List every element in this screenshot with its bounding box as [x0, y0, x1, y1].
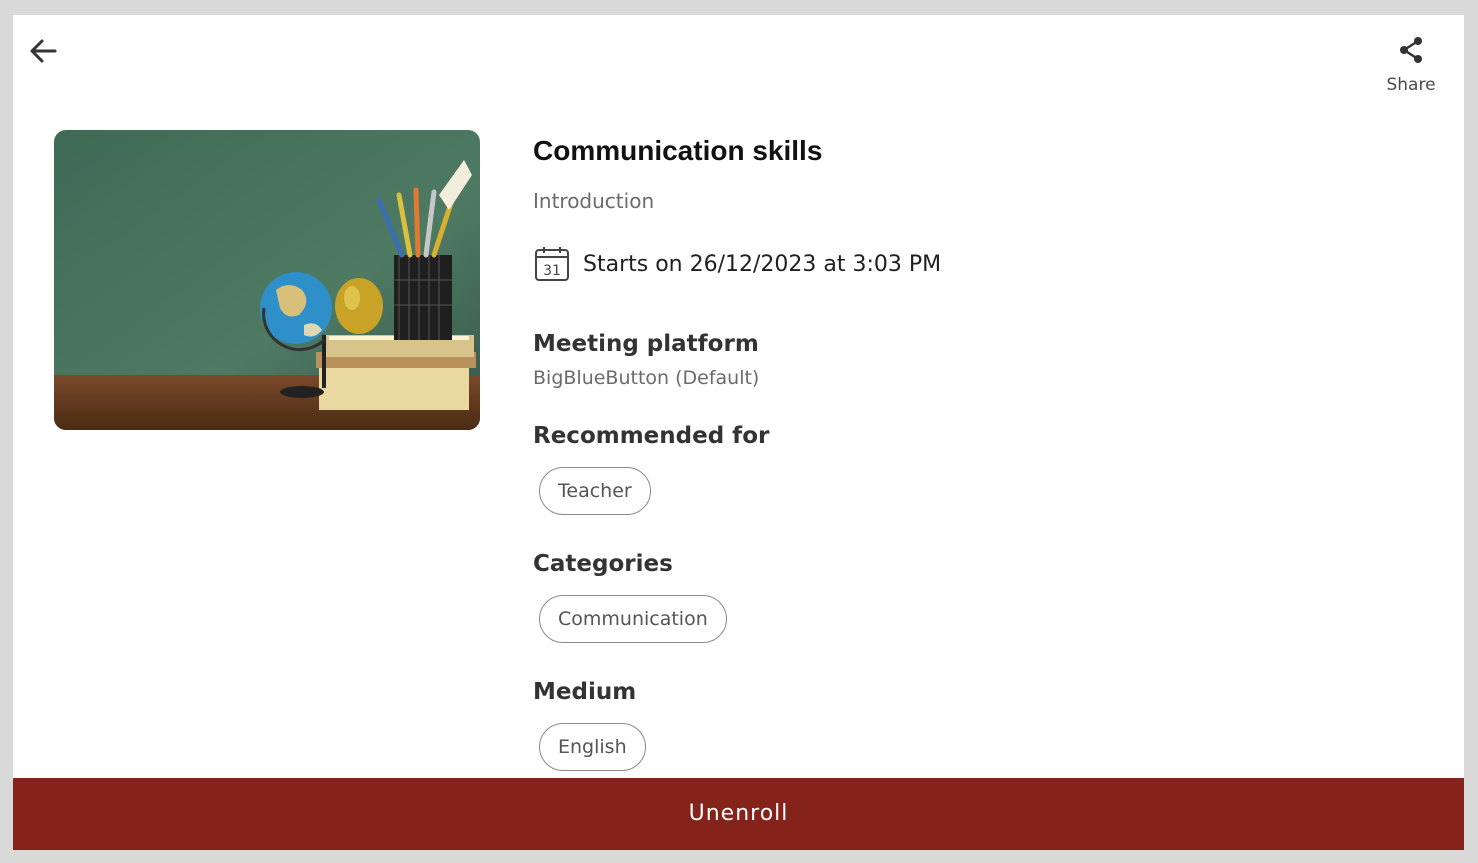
share-icon: [1400, 37, 1422, 63]
recommended-title: Recommended for: [533, 423, 770, 449]
share-label: Share: [1386, 75, 1436, 95]
medium-title: Medium: [533, 679, 637, 705]
category-chip[interactable]: Communication: [539, 595, 727, 643]
course-subtitle: Introduction: [533, 189, 655, 213]
calendar-icon: 31: [535, 247, 569, 281]
course-detail-page: Share Communication skills Introduction …: [13, 15, 1464, 850]
back-button[interactable]: [25, 33, 61, 69]
unenroll-button[interactable]: Unenroll: [13, 778, 1464, 850]
platform-title: Meeting platform: [533, 331, 759, 357]
arrow-left-icon: [30, 39, 57, 63]
start-date-row: 31 Starts on 26/12/2023 at 3:03 PM: [533, 245, 1433, 283]
medium-chip[interactable]: English: [539, 723, 646, 771]
calendar-day: 31: [543, 263, 561, 279]
start-date-text: Starts on 26/12/2023 at 3:03 PM: [583, 251, 942, 277]
categories-title: Categories: [533, 551, 673, 577]
platform-value: BigBlueButton (Default): [533, 367, 760, 389]
course-details: Communication skills Introduction 31 Sta…: [533, 135, 1433, 771]
share-button[interactable]: Share: [1376, 35, 1446, 95]
course-title: Communication skills: [533, 135, 823, 166]
course-image: [54, 130, 480, 430]
recommended-chip[interactable]: Teacher: [539, 467, 651, 515]
